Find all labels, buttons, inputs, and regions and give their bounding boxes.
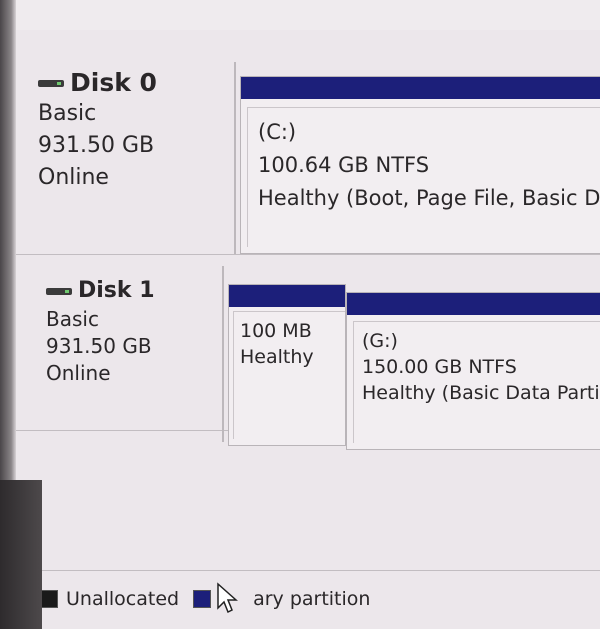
partition-c-body: (C:) 100.64 GB NTFS Healthy (Boot, Page … bbox=[247, 107, 600, 247]
disk-1-status: Online bbox=[46, 361, 111, 385]
partition-g-bar bbox=[347, 293, 600, 315]
partition-g-size: 150.00 GB NTFS bbox=[362, 356, 517, 378]
legend-swatch-unallocated bbox=[40, 590, 58, 608]
disk-graphical-pane[interactable]: Disk 0 Basic 931.50 GB Online (C:) 100.6… bbox=[16, 30, 600, 629]
disk-1-divider bbox=[222, 266, 224, 442]
screen: Disk 0 Basic 931.50 GB Online (C:) 100.6… bbox=[0, 0, 600, 629]
partition-g-status: Healthy (Basic Data Partit bbox=[362, 382, 600, 404]
partition-g[interactable]: (G:) 150.00 GB NTFS Healthy (Basic Data … bbox=[346, 292, 600, 450]
partition-system-size: 100 MB bbox=[240, 320, 312, 342]
mouse-cursor-icon bbox=[217, 582, 238, 614]
disk-0-info[interactable]: Disk 0 Basic 931.50 GB Online bbox=[38, 68, 157, 194]
partition-c-size: 100.64 GB NTFS bbox=[258, 153, 430, 177]
partition-system[interactable]: 100 MB Healthy bbox=[228, 284, 346, 446]
partition-c-status: Healthy (Boot, Page File, Basic Da bbox=[258, 186, 600, 210]
disk-icon bbox=[38, 79, 64, 87]
disk-0-divider bbox=[234, 62, 236, 254]
partition-c-letter: (C:) bbox=[258, 120, 297, 144]
disk-1-info[interactable]: Disk 1 Basic 931.50 GB Online bbox=[46, 276, 155, 387]
disk-0-size: 931.50 GB bbox=[38, 133, 155, 158]
legend-swatch-primary bbox=[193, 590, 212, 608]
monitor-bezel-bottom bbox=[0, 480, 42, 629]
partition-c[interactable]: (C:) 100.64 GB NTFS Healthy (Boot, Page … bbox=[240, 76, 600, 254]
top-strip bbox=[16, 0, 600, 31]
disk-0-name: Disk 0 bbox=[38, 68, 157, 98]
disk-1-size: 931.50 GB bbox=[46, 334, 152, 358]
legend-label-unallocated: Unallocated bbox=[66, 588, 180, 610]
disk-1-type: Basic bbox=[46, 307, 99, 331]
partition-c-bar bbox=[241, 77, 600, 99]
partition-g-body: (G:) 150.00 GB NTFS Healthy (Basic Data … bbox=[353, 321, 600, 443]
disk-1-name: Disk 1 bbox=[46, 276, 155, 306]
partition-system-body: 100 MB Healthy bbox=[233, 311, 345, 439]
legend: Unallocated ary partition bbox=[40, 570, 600, 619]
disk-0-status: Online bbox=[38, 165, 109, 190]
partition-g-letter: (G:) bbox=[362, 330, 398, 352]
disk-0-type: Basic bbox=[38, 101, 97, 126]
partition-system-status: Healthy bbox=[240, 346, 314, 368]
partition-system-bar bbox=[229, 285, 345, 307]
legend-label-primary: ary partition bbox=[253, 588, 371, 610]
disk-icon bbox=[46, 287, 72, 295]
